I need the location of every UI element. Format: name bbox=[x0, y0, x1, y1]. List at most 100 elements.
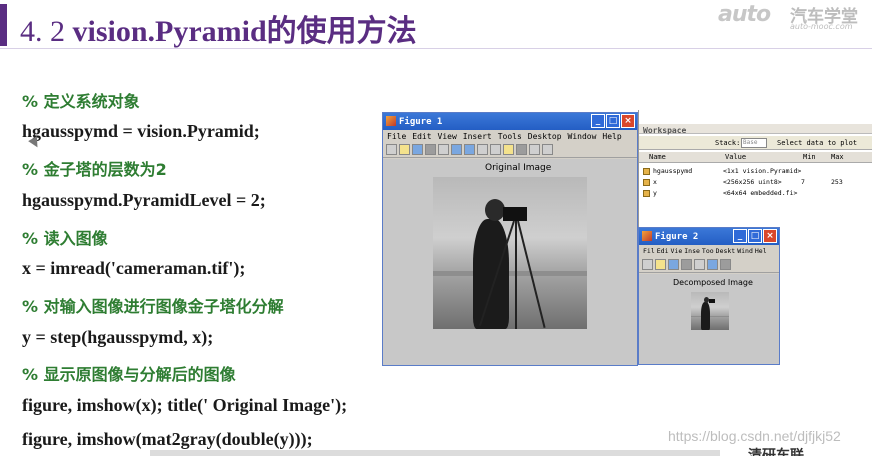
section-number: 4. 2 bbox=[20, 15, 65, 48]
column-header-max[interactable]: Max bbox=[831, 153, 844, 161]
new-figure-icon[interactable] bbox=[642, 259, 653, 270]
matlab-icon bbox=[642, 231, 652, 241]
code-comment-line: % 读入图像 bbox=[22, 229, 108, 248]
variable-max: 253 bbox=[831, 178, 843, 186]
menu-view[interactable]: Vie bbox=[671, 247, 683, 255]
cameraman-decomposed-image bbox=[691, 292, 729, 330]
title-accent-bar bbox=[0, 4, 7, 46]
variable-min: 7 bbox=[801, 178, 805, 186]
menu-help[interactable]: Help bbox=[602, 132, 621, 141]
open-file-icon[interactable] bbox=[655, 259, 666, 270]
code-line: hgausspymd = vision.Pyramid; bbox=[22, 121, 260, 141]
menu-tools[interactable]: Too bbox=[702, 247, 714, 255]
slide-title: 4. 2 vision.Pyramid的使用方法 bbox=[20, 6, 417, 50]
column-header-name[interactable]: Name bbox=[649, 153, 666, 161]
logo-url: auto-mooc.com bbox=[790, 22, 853, 31]
figure-2-window[interactable]: Figure 2 _ □ × Fil Edi Vie Inse Too Desk… bbox=[638, 227, 780, 365]
minimize-button[interactable]: _ bbox=[591, 114, 605, 128]
pointer-icon[interactable] bbox=[438, 144, 449, 155]
menu-help[interactable]: Hel bbox=[755, 247, 767, 255]
matlab-icon bbox=[386, 116, 396, 126]
code-line: hgausspymd.PyramidLevel = 2; bbox=[22, 190, 266, 210]
open-file-icon[interactable] bbox=[399, 144, 410, 155]
figure-2-menubar: Fil Edi Vie Inse Too Deskt Wind Hel bbox=[639, 245, 779, 257]
menu-edit[interactable]: Edit bbox=[412, 132, 431, 141]
column-header-value[interactable]: Value bbox=[725, 153, 746, 161]
csdn-watermark: https://blog.csdn.net/djfjkj52 bbox=[668, 428, 841, 444]
menu-window[interactable]: Wind bbox=[737, 247, 753, 255]
code-line: x = imread('cameraman.tif'); bbox=[22, 258, 246, 278]
figure-1-canvas: Original Image bbox=[383, 159, 637, 365]
colorbar-icon[interactable] bbox=[529, 144, 540, 155]
workspace-variable-row[interactable]: x <256x256 uint8> 7 253 bbox=[639, 177, 872, 188]
legend-icon[interactable] bbox=[542, 144, 553, 155]
code-comment-line: % 金子塔的层数为2 bbox=[22, 160, 167, 179]
zoom-in-icon[interactable] bbox=[451, 144, 462, 155]
menu-view[interactable]: View bbox=[438, 132, 457, 141]
section-title: vision.Pyramid的使用方法 bbox=[72, 15, 417, 48]
original-image-caption: Original Image bbox=[485, 163, 552, 173]
zoom-in-icon[interactable] bbox=[707, 259, 718, 270]
pan-icon[interactable] bbox=[477, 144, 488, 155]
pointer-icon[interactable] bbox=[694, 259, 705, 270]
menu-edit[interactable]: Edi bbox=[657, 247, 669, 255]
zoom-out-icon[interactable] bbox=[464, 144, 475, 155]
variable-name: x bbox=[653, 178, 657, 186]
variable-name: hgausspymd bbox=[653, 167, 693, 175]
code-comment-line: % 定义系统对象 bbox=[22, 92, 140, 111]
decomposed-image-caption: Decomposed Image bbox=[673, 278, 753, 287]
figure-2-toolbar bbox=[639, 257, 779, 273]
rotate-icon[interactable] bbox=[490, 144, 501, 155]
menu-desktop[interactable]: Deskt bbox=[716, 247, 736, 255]
maximize-button[interactable]: □ bbox=[606, 114, 620, 128]
code-line: y = step(hgausspymd, x); bbox=[22, 327, 214, 347]
figure-2-canvas: Decomposed Image bbox=[639, 274, 779, 364]
slide-header: 4. 2 vision.Pyramid的使用方法 auto 汽车学堂 auto-… bbox=[0, 0, 872, 50]
variable-value: <1x1 vision.Pyramid> bbox=[723, 167, 802, 175]
auto-mooc-logo: auto 汽车学堂 auto-mooc.com bbox=[718, 2, 868, 32]
figure-1-toolbar bbox=[383, 142, 637, 158]
menu-insert[interactable]: Insert bbox=[463, 132, 492, 141]
menu-tools[interactable]: Tools bbox=[498, 132, 522, 141]
figure-2-titlebar[interactable]: Figure 2 _ □ × bbox=[639, 228, 779, 245]
variable-name: y bbox=[653, 189, 657, 197]
select-data-to-plot-button[interactable]: Select data to plot bbox=[777, 139, 857, 147]
column-header-min[interactable]: Min bbox=[803, 153, 816, 161]
stack-label: Stack: bbox=[715, 139, 741, 147]
menu-desktop[interactable]: Desktop bbox=[528, 132, 562, 141]
brush-icon[interactable] bbox=[720, 259, 731, 270]
minimize-button[interactable]: _ bbox=[733, 229, 747, 243]
code-comment-line: % 对输入图像进行图像金子塔化分解 bbox=[22, 297, 284, 316]
save-icon[interactable] bbox=[412, 144, 423, 155]
workspace-variable-row[interactable]: y <64x64 embedded.fi> bbox=[639, 188, 872, 199]
close-button[interactable]: × bbox=[763, 229, 777, 243]
figure-1-titlebar[interactable]: Figure 1 _ □ × bbox=[383, 113, 637, 130]
code-line: figure, imshow(mat2gray(double(y))); bbox=[22, 429, 313, 449]
save-icon[interactable] bbox=[668, 259, 679, 270]
close-button[interactable]: × bbox=[621, 114, 635, 128]
menu-window[interactable]: Window bbox=[568, 132, 597, 141]
print-icon[interactable] bbox=[681, 259, 692, 270]
variable-icon bbox=[643, 179, 650, 186]
variable-icon bbox=[643, 168, 650, 175]
figure-2-title: Figure 2 bbox=[655, 231, 699, 242]
workspace-variable-row[interactable]: hgausspymd <1x1 vision.Pyramid> bbox=[639, 166, 872, 177]
stack-select[interactable]: Base bbox=[741, 138, 767, 148]
figure-1-window[interactable]: Figure 1 _ □ × File Edit View Insert Too… bbox=[382, 112, 638, 366]
data-cursor-icon[interactable] bbox=[503, 144, 514, 155]
variable-value: <64x64 embedded.fi> bbox=[723, 189, 798, 197]
workspace-column-headers: Name Value Min Max bbox=[639, 152, 872, 163]
print-icon[interactable] bbox=[425, 144, 436, 155]
code-line: figure, imshow(x); title(' Original Imag… bbox=[22, 395, 348, 415]
title-divider bbox=[0, 48, 872, 49]
maximize-button[interactable]: □ bbox=[748, 229, 762, 243]
new-figure-icon[interactable] bbox=[386, 144, 397, 155]
variable-icon bbox=[643, 190, 650, 197]
variable-value: <256x256 uint8> bbox=[723, 178, 782, 186]
menu-file[interactable]: Fil bbox=[643, 247, 655, 255]
bottom-strip bbox=[150, 450, 720, 456]
figure-1-title: Figure 1 bbox=[399, 116, 443, 127]
menu-insert[interactable]: Inse bbox=[684, 247, 700, 255]
brush-icon[interactable] bbox=[516, 144, 527, 155]
menu-file[interactable]: File bbox=[387, 132, 406, 141]
